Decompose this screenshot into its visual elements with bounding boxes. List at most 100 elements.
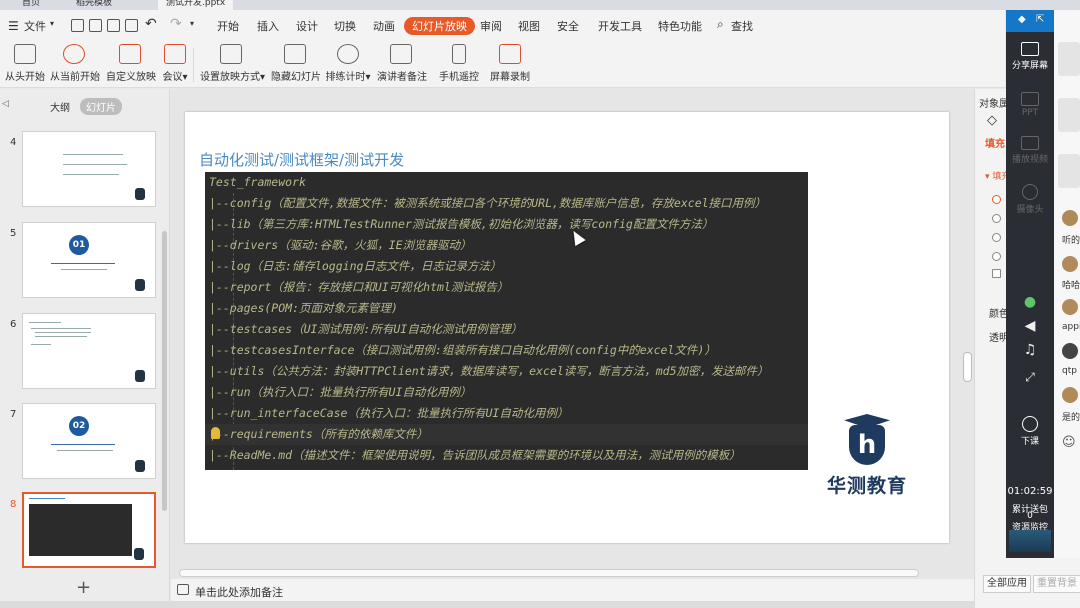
tab-insert[interactable]: 插入 — [257, 18, 279, 34]
panel-collapse-icon[interactable]: ◁ — [2, 99, 9, 109]
slides-panel: ◁ 大纲 幻灯片 4 5 01 6 7 02 8 + — [0, 89, 170, 608]
chat-card[interactable] — [1058, 154, 1080, 188]
code-line: Test_framework — [209, 175, 306, 189]
chat-card[interactable] — [1058, 42, 1080, 76]
tab-docer-templates[interactable]: 稻壳模板 — [68, 0, 120, 10]
redo-icon[interactable]: ↷ — [170, 16, 182, 32]
apply-all-button[interactable]: 全部应用 — [983, 575, 1031, 593]
thumb-text-line — [35, 336, 87, 337]
tab-design[interactable]: 设计 — [296, 18, 318, 34]
status-bar — [0, 601, 1080, 608]
speaker-icon[interactable]: ◀ — [1006, 318, 1054, 334]
tab-document[interactable]: 测试开发.pptx — [158, 0, 234, 10]
meeting-button[interactable]: 会议▾ — [160, 42, 190, 83]
tab-animation[interactable]: 动画 — [373, 18, 395, 34]
quick-access-more-icon[interactable]: ▾ — [190, 19, 194, 28]
fill-option-radio[interactable] — [992, 195, 1001, 204]
tab-slideshow[interactable]: 幻灯片放映 — [404, 17, 475, 35]
tab-slides[interactable]: 幻灯片 — [80, 98, 122, 115]
title-tab-bar: 首页 稻壳模板 测试开发.pptx — [0, 0, 1080, 10]
fill-option-radio[interactable] — [992, 233, 1001, 242]
tab-security[interactable]: 安全 — [557, 18, 579, 34]
thumb-title-line — [29, 498, 65, 499]
ppt-button[interactable]: PPT — [1006, 92, 1054, 118]
search-button[interactable]: 查找 — [731, 18, 753, 34]
slideshow-settings-button[interactable]: 设置放映方式▾ — [200, 42, 266, 83]
slideshow-settings-label: 设置放映方式▾ — [200, 72, 266, 83]
notes-placeholder[interactable]: 单击此处添加备注 — [195, 584, 283, 600]
slide[interactable]: 自动化测试/测试框架/测试开发 Test_framework |--config… — [185, 112, 949, 543]
play-from-start-button[interactable]: 从头开始 — [4, 42, 46, 83]
screen-record-button[interactable]: 屏幕录制 — [490, 42, 530, 83]
lightbulb-icon[interactable] — [211, 427, 220, 439]
share-screen-button[interactable]: 分享屏幕 — [1006, 42, 1054, 71]
custom-show-button[interactable]: 自定义放映 — [106, 42, 156, 83]
phone-remote-button[interactable]: 手机遥控 — [439, 42, 479, 83]
code-line: |--config（配置文件,数据文件：被测系统或接口各个环境的URL,数据库账… — [209, 196, 767, 210]
tab-outline[interactable]: 大纲 — [50, 99, 70, 114]
tab-home[interactable]: 首页 — [14, 0, 48, 10]
hamburger-icon[interactable]: ☰ — [8, 19, 19, 33]
thumb-text-line — [63, 154, 123, 155]
tab-view[interactable]: 视图 — [518, 18, 540, 34]
slide-thumbnail-5[interactable]: 01 — [22, 222, 156, 298]
code-line: |--run_interfaceCase（执行入口：批量执行所有UI自动化用例） — [209, 406, 569, 420]
code-line: |--pages(POM:页面对象元素管理) — [209, 301, 398, 315]
tab-developer-tools[interactable]: 开发工具 — [598, 18, 642, 34]
slide-number: 6 — [10, 319, 17, 330]
tab-special-features[interactable]: 特色功能 — [658, 18, 702, 34]
preview-icon[interactable] — [125, 19, 138, 32]
slide-thumbnail-7[interactable]: 02 — [22, 403, 156, 479]
thumb-text-line — [61, 269, 107, 270]
slide-number-current: 8 — [10, 499, 17, 510]
play-from-current-button[interactable]: 从当前开始 — [50, 42, 100, 83]
custom-show-icon — [119, 44, 141, 64]
fill-option-radio[interactable] — [992, 252, 1001, 261]
chat-message: qtp — [1062, 366, 1077, 376]
code-line: |--drivers（驱动:谷歌，火狐，IE浏览器驱动） — [209, 238, 472, 252]
play-from-current-label: 从当前开始 — [50, 72, 100, 83]
hide-slide-button[interactable]: 隐藏幻灯片 — [271, 42, 321, 83]
undo-icon[interactable]: ↶ — [145, 16, 157, 32]
tab-review[interactable]: 审阅 — [480, 18, 502, 34]
print-icon[interactable] — [107, 19, 120, 32]
chevron-down-icon[interactable]: ▾ — [50, 19, 54, 28]
export-icon[interactable] — [89, 19, 102, 32]
thumb-divider — [51, 263, 115, 264]
hide-slide-icon — [284, 44, 306, 64]
slide-title[interactable]: 自动化测试/测试框架/测试开发 — [199, 149, 404, 170]
end-class-button[interactable]: 下课 — [1006, 416, 1054, 447]
tab-transition[interactable]: 切换 — [334, 18, 356, 34]
file-menu[interactable]: 文件 — [24, 18, 46, 34]
code-line-highlighted: |--requirements（所有的依赖库文件） — [205, 424, 808, 445]
slide-thumbnail-8[interactable] — [22, 492, 156, 568]
slide-thumbnail-6[interactable] — [22, 313, 156, 389]
slide-thumbnail-4[interactable] — [22, 131, 156, 207]
meeting-sidebar: ◆ ⇱ 分享屏幕 PPT 播放视频 摄像头 ● ◀ ♫ ⤢ 下课 01:02:5… — [1006, 10, 1054, 558]
vertical-scrollbar[interactable] — [963, 352, 972, 382]
camera-button[interactable]: 摄像头 — [1006, 184, 1054, 215]
search-icon[interactable]: ⌕ — [717, 17, 724, 32]
tab-start[interactable]: 开始 — [217, 18, 239, 34]
shield-icon[interactable]: ◆ — [1018, 14, 1026, 25]
chat-card[interactable] — [1058, 98, 1080, 132]
tab-fill[interactable]: 填充 — [985, 135, 1005, 150]
save-icon[interactable] — [71, 19, 84, 32]
emoji-icon[interactable]: ☺ — [1062, 435, 1076, 450]
code-block[interactable]: Test_framework |--config（配置文件,数据文件：被测系统或… — [205, 172, 808, 470]
add-slide-button[interactable]: + — [76, 577, 91, 598]
slides-scrollbar[interactable] — [162, 231, 167, 511]
rehearse-timing-button[interactable]: 排练计时▾ — [325, 42, 371, 83]
reset-background-button[interactable]: 重置背景 — [1033, 575, 1080, 593]
fullscreen-icon[interactable]: ⤢ — [1006, 370, 1054, 385]
popout-icon[interactable]: ⇱ — [1036, 14, 1044, 25]
horizontal-scrollbar[interactable] — [179, 569, 919, 577]
fill-option-checkbox[interactable] — [992, 269, 1001, 278]
microphone-icon[interactable]: ● — [1006, 294, 1054, 310]
fill-bucket-icon[interactable]: ◇ — [987, 113, 997, 128]
speaker-notes-button[interactable]: 演讲者备注 — [377, 42, 427, 83]
fill-option-radio[interactable] — [992, 214, 1001, 223]
chat-message: 哈哈 — [1062, 281, 1080, 291]
play-video-button[interactable]: 播放视频 — [1006, 136, 1054, 165]
music-icon[interactable]: ♫ — [1006, 342, 1054, 358]
